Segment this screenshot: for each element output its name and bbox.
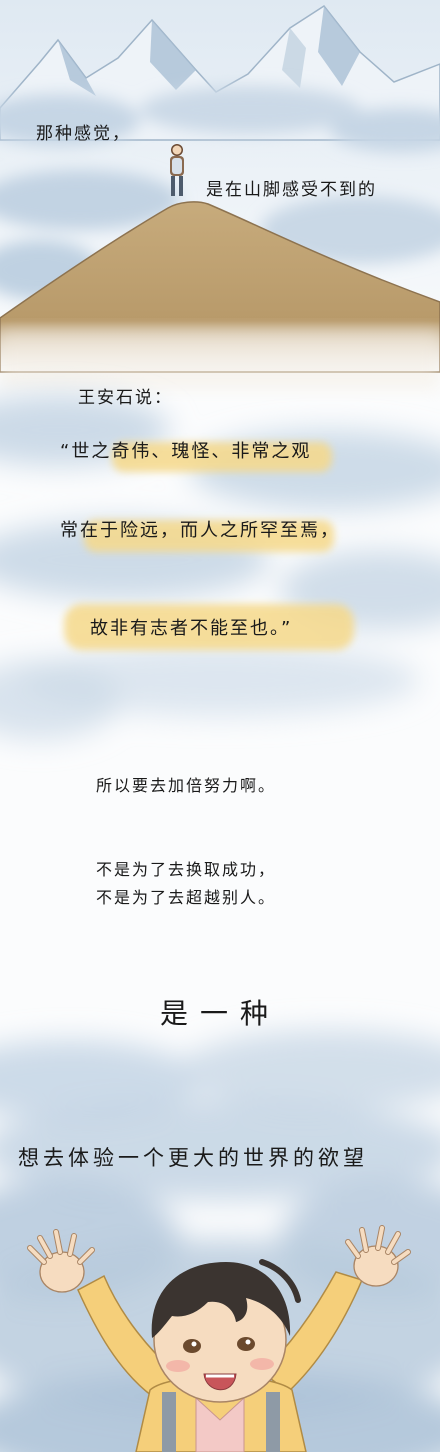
quote-speaker: 王安石说： — [78, 388, 173, 408]
closing-line-1: 是一种 — [160, 997, 281, 1030]
quote-line-2: 常在于险远，而人之所罕至焉， — [60, 520, 340, 541]
reflection-line-3: 不是为了去超越别人。 — [96, 888, 277, 907]
comic-page: 那种感觉， 是在山脚感受不到的 王安石说： “世之奇伟、瑰怪、非常之观 常在于险… — [0, 0, 440, 1452]
summit-line-1: 那种感觉， — [36, 124, 131, 144]
illustration-scene — [0, 0, 440, 1452]
summit-line-2: 是在山脚感受不到的 — [206, 180, 377, 200]
reflection-line-2: 不是为了去换取成功， — [96, 860, 277, 879]
closing-line-2: 想去体验一个更大的世界的欲望 — [18, 1146, 368, 1170]
reflection-line-1: 所以要去加倍努力啊。 — [96, 776, 277, 795]
quote-line-3: 故非有志者不能至也。” — [90, 618, 293, 639]
quote-line-1: “世之奇伟、瑰怪、非常之观 — [60, 441, 312, 462]
